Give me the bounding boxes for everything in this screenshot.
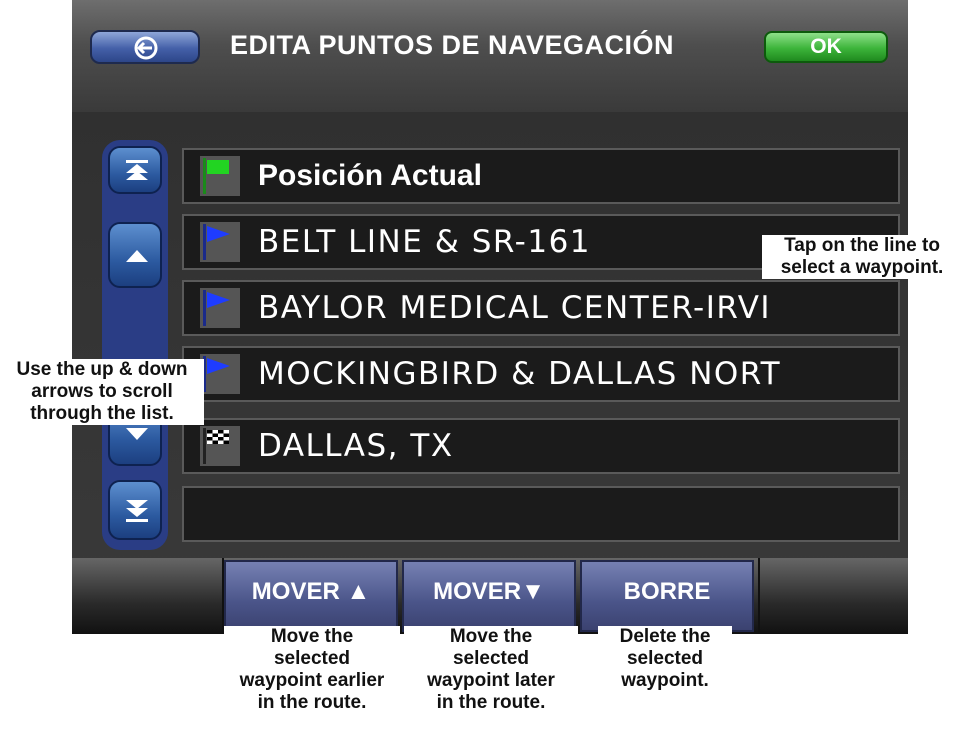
device-screen: EDITA PUNTOS DE NAVEGACIÓN OK Posición A… (72, 0, 908, 634)
waypoint-label: Posición Actual (258, 159, 482, 192)
waypoint-label: BELT LINE & SR-161 (258, 224, 592, 260)
scroll-to-bottom-icon (126, 500, 148, 522)
toolbar-divider (758, 558, 760, 634)
blue-flag-icon (200, 354, 240, 394)
tap-annotation: Tap on the line to select a waypoint. (762, 235, 962, 279)
waypoint-label: BAYLOR MEDICAL CENTER-IRVI (258, 290, 772, 326)
delete-annotation: Delete the selected waypoint. (598, 626, 732, 692)
page-title: EDITA PUNTOS DE NAVEGACIÓN (230, 30, 675, 60)
checkered-flag-icon (200, 426, 240, 466)
move-up-annotation: Move the selected waypoint earlier in th… (224, 626, 400, 714)
delete-button[interactable]: BORRE (580, 560, 754, 632)
empty-row (182, 486, 900, 542)
green-flag-icon (200, 156, 240, 196)
waypoint-row[interactable]: MOCKINGBIRD & DALLAS NORT (182, 346, 900, 402)
waypoint-row[interactable]: BAYLOR MEDICAL CENTER-IRVI (182, 280, 900, 336)
scroll-annotation: Use the up & down arrows to scroll throu… (0, 359, 204, 425)
waypoint-label: DALLAS, TX (258, 428, 454, 464)
move-down-button[interactable]: MOVER▼ (402, 560, 576, 632)
blue-flag-icon (200, 222, 240, 262)
move-down-annotation: Move the selected waypoint later in the … (404, 626, 578, 714)
scroll-up-icon (126, 250, 148, 262)
waypoint-label: MOCKINGBIRD & DALLAS NORT (258, 356, 782, 392)
scroll-to-top-icon (126, 160, 148, 180)
title-bar: EDITA PUNTOS DE NAVEGACIÓN OK (72, 0, 908, 112)
back-button[interactable] (90, 30, 200, 64)
scroll-up-button[interactable] (108, 222, 162, 288)
blue-flag-icon (200, 288, 240, 328)
scroll-down-icon (126, 428, 148, 440)
move-up-button[interactable]: MOVER ▲ (224, 560, 398, 632)
ok-button[interactable]: OK (764, 31, 888, 63)
waypoint-row[interactable]: Posición Actual (182, 148, 900, 204)
back-arrow-icon (134, 36, 158, 60)
bottom-toolbar: MOVER ▲ MOVER▼ BORRE (72, 558, 908, 634)
scroll-controls (102, 140, 168, 550)
waypoint-row[interactable]: DALLAS, TX (182, 418, 900, 474)
scroll-to-top-button[interactable] (108, 146, 162, 194)
scroll-to-bottom-button[interactable] (108, 480, 162, 540)
